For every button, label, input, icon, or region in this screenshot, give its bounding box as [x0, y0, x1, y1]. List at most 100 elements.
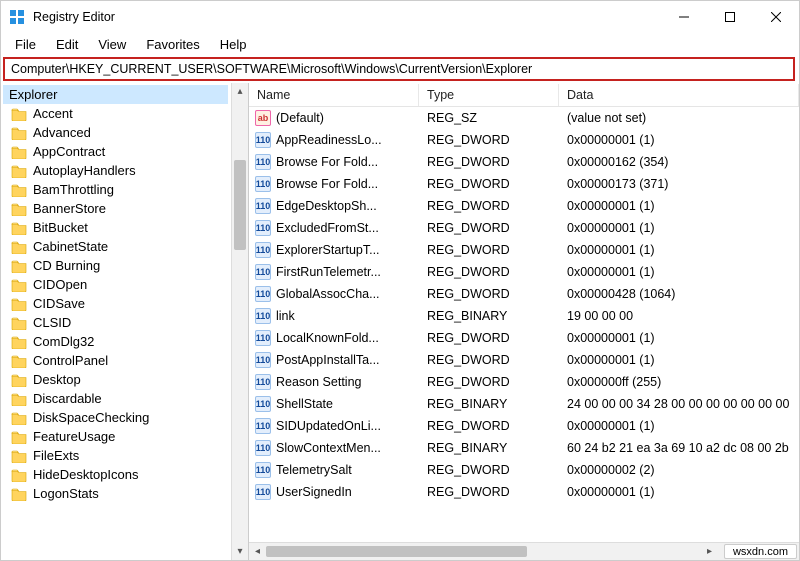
header-name[interactable]: Name: [249, 84, 419, 106]
tree-item-label: FeatureUsage: [33, 429, 115, 444]
value-name: TelemetrySalt: [276, 463, 352, 477]
tree-panel: ˄ Explorer AccentAdvancedAppContractAuto…: [1, 83, 249, 560]
list-row[interactable]: 110PostAppInstallTa...REG_DWORD0x0000000…: [249, 349, 799, 371]
value-type-icon: 110: [255, 264, 271, 280]
list-row[interactable]: 110Browse For Fold...REG_DWORD0x00000162…: [249, 151, 799, 173]
tree-item[interactable]: ComDlg32: [1, 332, 248, 351]
value-type: REG_DWORD: [419, 331, 559, 345]
close-button[interactable]: [753, 1, 799, 33]
tree-item[interactable]: LogonStats: [1, 484, 248, 503]
value-data: 19 00 00 00: [559, 309, 799, 323]
value-type-icon: 110: [255, 242, 271, 258]
value-data: 0x00000001 (1): [559, 485, 799, 499]
tree-item-label: BitBucket: [33, 220, 88, 235]
scroll-arrow-up-icon[interactable]: ▴: [232, 83, 248, 100]
tree-item[interactable]: CIDOpen: [1, 275, 248, 294]
scroll-arrow-down-icon[interactable]: ▾: [232, 543, 248, 560]
tree-item[interactable]: FileExts: [1, 446, 248, 465]
list-row[interactable]: 110FirstRunTelemetr...REG_DWORD0x0000000…: [249, 261, 799, 283]
tree-item-label: BannerStore: [33, 201, 106, 216]
list-row[interactable]: 110AppReadinessLo...REG_DWORD0x00000001 …: [249, 129, 799, 151]
tree-item-selected[interactable]: Explorer: [3, 85, 228, 104]
tree-item[interactable]: CLSID: [1, 313, 248, 332]
value-name: ShellState: [276, 397, 333, 411]
value-data: 0x00000001 (1): [559, 243, 799, 257]
value-data: 0x00000001 (1): [559, 331, 799, 345]
value-type: REG_DWORD: [419, 463, 559, 477]
list-row[interactable]: 110UserSignedInREG_DWORD0x00000001 (1): [249, 481, 799, 503]
list-row[interactable]: 110ExcludedFromSt...REG_DWORD0x00000001 …: [249, 217, 799, 239]
list-row[interactable]: 110SlowContextMen...REG_BINARY60 24 b2 2…: [249, 437, 799, 459]
main-area: ˄ Explorer AccentAdvancedAppContractAuto…: [1, 83, 799, 560]
value-type-icon: 110: [255, 440, 271, 456]
tree-item[interactable]: FeatureUsage: [1, 427, 248, 446]
window-controls: [661, 1, 799, 33]
tree-item[interactable]: CIDSave: [1, 294, 248, 313]
address-bar[interactable]: Computer\HKEY_CURRENT_USER\SOFTWARE\Micr…: [3, 57, 795, 81]
list-row[interactable]: 110ExplorerStartupT...REG_DWORD0x0000000…: [249, 239, 799, 261]
list-row[interactable]: 110EdgeDesktopSh...REG_DWORD0x00000001 (…: [249, 195, 799, 217]
value-data: 0x000000ff (255): [559, 375, 799, 389]
tree-item[interactable]: Advanced: [1, 123, 248, 142]
tree-item-label: CIDSave: [33, 296, 85, 311]
value-type: REG_DWORD: [419, 375, 559, 389]
tree-item-label: CD Burning: [33, 258, 100, 273]
list-row[interactable]: 110Reason SettingREG_DWORD0x000000ff (25…: [249, 371, 799, 393]
menu-file[interactable]: File: [5, 35, 46, 54]
tree-item-label: CabinetState: [33, 239, 108, 254]
h-scrollbar-thumb[interactable]: [266, 546, 527, 557]
list-row[interactable]: ab(Default)REG_SZ(value not set): [249, 107, 799, 129]
tree-vertical-scrollbar[interactable]: ▴ ▾: [231, 83, 248, 560]
tree-item-label: AppContract: [33, 144, 105, 159]
horizontal-scrollbar[interactable]: ◂ ▸ wsxdn.com: [249, 542, 799, 560]
scrollbar-thumb[interactable]: [234, 160, 246, 250]
tree-item[interactable]: BannerStore: [1, 199, 248, 218]
tree-item[interactable]: CD Burning: [1, 256, 248, 275]
list-row[interactable]: 110ShellStateREG_BINARY24 00 00 00 34 28…: [249, 393, 799, 415]
value-type: REG_DWORD: [419, 243, 559, 257]
list-row[interactable]: 110linkREG_BINARY19 00 00 00: [249, 305, 799, 327]
menu-favorites[interactable]: Favorites: [136, 35, 209, 54]
tree-item[interactable]: BitBucket: [1, 218, 248, 237]
header-type[interactable]: Type: [419, 84, 559, 106]
list-row[interactable]: 110TelemetrySaltREG_DWORD0x00000002 (2): [249, 459, 799, 481]
minimize-button[interactable]: [661, 1, 707, 33]
list-row[interactable]: 110LocalKnownFold...REG_DWORD0x00000001 …: [249, 327, 799, 349]
value-name: AppReadinessLo...: [276, 133, 382, 147]
value-name: FirstRunTelemetr...: [276, 265, 381, 279]
window-title: Registry Editor: [33, 10, 115, 24]
value-type-icon: 110: [255, 462, 271, 478]
value-name: EdgeDesktopSh...: [276, 199, 377, 213]
value-type: REG_DWORD: [419, 485, 559, 499]
tree-item[interactable]: Desktop: [1, 370, 248, 389]
menu-help[interactable]: Help: [210, 35, 257, 54]
value-type-icon: 110: [255, 220, 271, 236]
header-data[interactable]: Data: [559, 84, 799, 106]
registry-editor-window: Registry Editor File Edit View Favorites…: [0, 0, 800, 561]
tree-item[interactable]: HideDesktopIcons: [1, 465, 248, 484]
tree-item[interactable]: Discardable: [1, 389, 248, 408]
scroll-arrow-left-icon[interactable]: ◂: [249, 543, 266, 560]
maximize-button[interactable]: [707, 1, 753, 33]
tree-item-label: ComDlg32: [33, 334, 94, 349]
tree-item[interactable]: AppContract: [1, 142, 248, 161]
list-row[interactable]: 110GlobalAssocCha...REG_DWORD0x00000428 …: [249, 283, 799, 305]
value-data: 0x00000001 (1): [559, 133, 799, 147]
menu-view[interactable]: View: [88, 35, 136, 54]
tree-item[interactable]: BamThrottling: [1, 180, 248, 199]
value-type-icon: 110: [255, 374, 271, 390]
tree-item-label: BamThrottling: [33, 182, 114, 197]
tree-item[interactable]: DiskSpaceChecking: [1, 408, 248, 427]
tree-item[interactable]: CabinetState: [1, 237, 248, 256]
tree-item[interactable]: AutoplayHandlers: [1, 161, 248, 180]
value-name: (Default): [276, 111, 324, 125]
value-type: REG_DWORD: [419, 419, 559, 433]
value-name: LocalKnownFold...: [276, 331, 379, 345]
list-row[interactable]: 110Browse For Fold...REG_DWORD0x00000173…: [249, 173, 799, 195]
value-type: REG_DWORD: [419, 353, 559, 367]
list-row[interactable]: 110SIDUpdatedOnLi...REG_DWORD0x00000001 …: [249, 415, 799, 437]
tree-item[interactable]: Accent: [1, 104, 248, 123]
scroll-arrow-right-icon[interactable]: ▸: [701, 543, 718, 560]
menu-edit[interactable]: Edit: [46, 35, 88, 54]
tree-item[interactable]: ControlPanel: [1, 351, 248, 370]
